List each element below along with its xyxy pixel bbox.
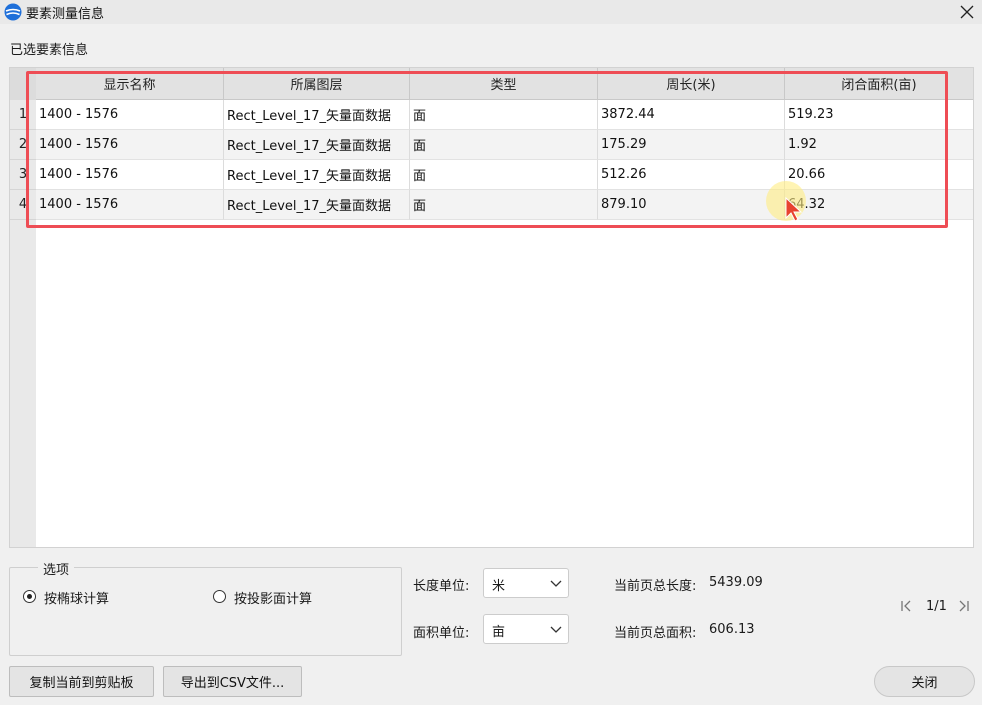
options-legend: 选项 <box>38 559 75 578</box>
cell-layer[interactable]: Rect_Level_17_矢量面数据 <box>224 100 410 130</box>
length-unit-select[interactable]: 米 <box>483 568 569 598</box>
total-length-label: 当前页总长度: <box>614 579 697 594</box>
cell-type[interactable]: 面 <box>410 130 598 160</box>
table-row[interactable]: 1400 - 1576 Rect_Level_17_矢量面数据 面 879.10… <box>36 190 973 220</box>
cell-layer[interactable]: Rect_Level_17_矢量面数据 <box>224 130 410 160</box>
cell-area[interactable]: 1.92 <box>785 130 973 160</box>
cell-perimeter[interactable]: 3872.44 <box>598 100 785 130</box>
app-logo-icon <box>4 3 22 21</box>
row-number[interactable]: 1 <box>10 100 36 130</box>
total-length-value: 5439.09 <box>709 575 763 590</box>
radio-ellipsoid-label[interactable]: 按椭球计算 <box>44 588 109 607</box>
radio-selected-dot <box>27 594 32 599</box>
section-label: 已选要素信息 <box>10 43 89 58</box>
cell-type[interactable]: 面 <box>410 190 598 220</box>
chevron-down-icon <box>550 626 562 633</box>
cell-layer[interactable]: Rect_Level_17_矢量面数据 <box>224 190 410 220</box>
radio-projection-label[interactable]: 按投影面计算 <box>234 588 312 607</box>
table-header: 显示名称 所属图层 类型 周长(米) 闭合面积(亩) <box>36 68 973 100</box>
column-header-type[interactable]: 类型 <box>410 68 598 100</box>
cell-perimeter[interactable]: 175.29 <box>598 130 785 160</box>
radio-ellipsoid[interactable] <box>23 590 36 603</box>
close-button[interactable]: 关闭 <box>874 666 975 697</box>
column-header-area[interactable]: 闭合面积(亩) <box>785 68 973 100</box>
cell-name[interactable]: 1400 - 1576 <box>36 160 224 190</box>
column-header-perimeter[interactable]: 周长(米) <box>598 68 785 100</box>
cell-layer[interactable]: Rect_Level_17_矢量面数据 <box>224 160 410 190</box>
row-number[interactable]: 3 <box>10 160 36 190</box>
row-number[interactable]: 2 <box>10 130 36 160</box>
window-title: 要素测量信息 <box>26 7 105 22</box>
chevron-down-icon <box>550 580 562 587</box>
column-header-name[interactable]: 显示名称 <box>36 68 224 100</box>
export-csv-button[interactable]: 导出到CSV文件... <box>163 666 302 697</box>
total-area-value: 606.13 <box>709 622 755 637</box>
table-row[interactable]: 1400 - 1576 Rect_Level_17_矢量面数据 面 512.26… <box>36 160 973 190</box>
title-bar: 要素测量信息 <box>0 0 982 24</box>
length-unit-label: 长度单位: <box>413 579 470 594</box>
feature-table[interactable]: 显示名称 所属图层 类型 周长(米) 闭合面积(亩) 1 1400 - 1576… <box>9 67 974 548</box>
cell-type[interactable]: 面 <box>410 100 598 130</box>
cell-type[interactable]: 面 <box>410 160 598 190</box>
last-page-icon[interactable] <box>958 599 970 613</box>
copy-to-clipboard-button[interactable]: 复制当前到剪贴板 <box>9 666 154 697</box>
total-area-label: 当前页总面积: <box>614 626 697 641</box>
cell-perimeter[interactable]: 879.10 <box>598 190 785 220</box>
cell-name[interactable]: 1400 - 1576 <box>36 130 224 160</box>
table-corner[interactable] <box>10 68 36 100</box>
page-indicator: 1/1 <box>926 599 947 614</box>
table-row[interactable]: 1400 - 1576 Rect_Level_17_矢量面数据 面 3872.4… <box>36 100 973 130</box>
table-row[interactable]: 1400 - 1576 Rect_Level_17_矢量面数据 面 175.29… <box>36 130 973 160</box>
cell-area[interactable]: 20.66 <box>785 160 973 190</box>
close-icon[interactable] <box>956 1 978 23</box>
cell-name[interactable]: 1400 - 1576 <box>36 100 224 130</box>
column-header-layer[interactable]: 所属图层 <box>224 68 410 100</box>
area-unit-label: 面积单位: <box>413 626 470 641</box>
area-unit-select[interactable]: 亩 <box>483 614 569 644</box>
area-unit-value: 亩 <box>492 625 506 640</box>
cell-perimeter[interactable]: 512.26 <box>598 160 785 190</box>
radio-projection[interactable] <box>213 590 226 603</box>
cell-area[interactable]: 519.23 <box>785 100 973 130</box>
first-page-icon[interactable] <box>900 599 912 613</box>
cell-area[interactable]: 64.32 <box>785 190 973 220</box>
cell-name[interactable]: 1400 - 1576 <box>36 190 224 220</box>
options-group <box>9 567 402 656</box>
mouse-cursor-icon <box>785 196 803 222</box>
length-unit-value: 米 <box>492 579 506 594</box>
row-number[interactable]: 4 <box>10 190 36 220</box>
